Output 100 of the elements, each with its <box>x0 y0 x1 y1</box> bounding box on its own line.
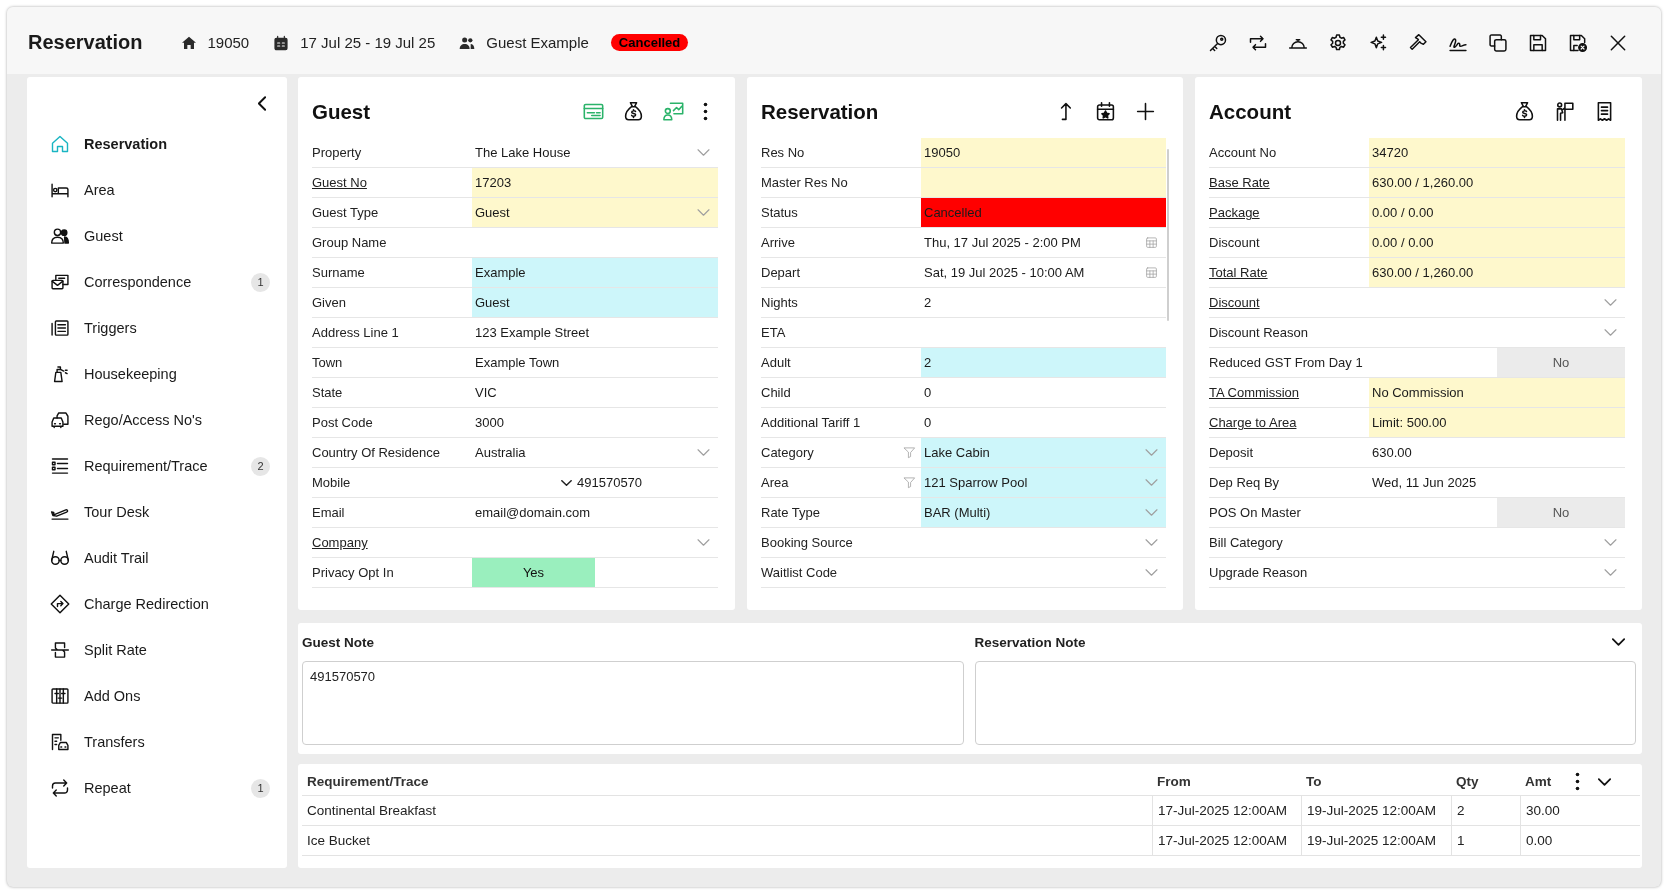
date-field[interactable]: Thu, 17 Jul 2025 - 2:00 PM <box>921 228 1166 257</box>
input-field[interactable]: 17203 <box>472 168 718 197</box>
repeat-icon <box>50 778 70 798</box>
label-link[interactable]: Base Rate <box>1209 175 1270 190</box>
chevron-left-icon[interactable] <box>258 96 266 111</box>
input-field[interactable] <box>921 168 1166 197</box>
input-field[interactable]: No Commission <box>1369 378 1625 407</box>
toggle-button[interactable]: Yes <box>472 558 595 587</box>
plus-icon[interactable] <box>1135 101 1156 122</box>
count-badge: 1 <box>251 778 270 798</box>
input-field[interactable]: 0 <box>921 378 1166 407</box>
dropdown-field[interactable]: 121 Sparrow Pool <box>921 468 1166 497</box>
input-field[interactable]: Wed, 11 Jun 2025 <box>1369 468 1625 497</box>
sidebar-link[interactable]: Requirement/Trace <box>84 458 208 474</box>
field-label: Discount Reason <box>1209 325 1308 340</box>
direction-sign-icon <box>50 594 70 614</box>
money-bag-icon[interactable] <box>1514 101 1535 122</box>
input-field[interactable]: 2 <box>921 288 1166 317</box>
note-field[interactable] <box>974 661 1636 745</box>
chevron-down-icon <box>1145 539 1158 546</box>
input-field[interactable]: 3000 <box>472 408 718 437</box>
field-label: Arrive <box>761 235 795 250</box>
input-field[interactable]: Example <box>472 258 718 287</box>
chevron-down-icon[interactable] <box>1598 777 1611 786</box>
note-field[interactable]: 491570570 <box>302 661 964 745</box>
input-field[interactable]: 630.00 / 1,260.00 <box>1369 258 1625 287</box>
save-icon[interactable] <box>1528 32 1548 53</box>
more-icon[interactable] <box>703 102 708 121</box>
field-label: Bill Category <box>1209 535 1283 550</box>
hammer-icon[interactable] <box>1408 32 1428 53</box>
label-link[interactable]: TA Commission <box>1209 385 1300 400</box>
input-field[interactable]: 34720 <box>1369 138 1625 167</box>
input-field[interactable]: 0 <box>921 408 1166 437</box>
input-field[interactable]: 19050 <box>921 138 1166 167</box>
panel-title: Guest <box>312 99 371 125</box>
dropdown-field[interactable]: Guest <box>472 198 718 227</box>
dropdown-field[interactable]: Lake Cabin <box>921 438 1166 467</box>
count-badge: 1 <box>251 272 270 292</box>
money-bag-icon[interactable] <box>623 101 644 122</box>
field-label: Mobile <box>312 475 351 490</box>
phone-field[interactable]: 491570570 <box>472 468 718 497</box>
field-label: Dep Req By <box>1209 475 1280 490</box>
person-sign-icon[interactable] <box>1554 101 1575 122</box>
sidebar-link[interactable]: Charge Redirection <box>84 596 209 612</box>
sidebar-link[interactable]: Tour Desk <box>84 504 150 520</box>
column-header: Amt <box>1525 774 1552 789</box>
input-field[interactable]: VIC <box>472 378 718 407</box>
table-cell: 19-Jul-2025 12:00AM <box>1301 796 1451 825</box>
sidebar-link[interactable]: Audit Trail <box>84 550 149 566</box>
sparkle-icon[interactable] <box>1368 32 1388 53</box>
scrollbar[interactable] <box>1167 149 1169 321</box>
input-field[interactable]: Cancelled <box>921 198 1166 227</box>
date-field[interactable]: Sat, 19 Jul 2025 - 10:00 AM <box>921 258 1166 287</box>
input-field[interactable]: Limit: 500.00 <box>1369 408 1625 437</box>
chevron-down-icon[interactable] <box>1612 638 1625 646</box>
input-field[interactable]: 630.00 / 1,260.00 <box>1369 168 1625 197</box>
more-icon[interactable] <box>1575 772 1580 791</box>
copy-icon[interactable] <box>1488 32 1508 53</box>
toggle-button[interactable]: No <box>1497 348 1625 377</box>
settings-icon[interactable] <box>1328 32 1348 53</box>
sidebar-link[interactable]: Rego/Access No's <box>84 412 202 428</box>
input-field[interactable]: 2 <box>921 348 1166 377</box>
field-label: Category <box>761 445 814 460</box>
sidebar-link[interactable]: Guest <box>84 228 123 244</box>
toggle-button[interactable]: No <box>1497 498 1625 527</box>
input-field[interactable]: email@domain.com <box>472 498 718 527</box>
sidebar-link[interactable]: Repeat <box>84 780 131 796</box>
label-link[interactable]: Total Rate <box>1209 265 1268 280</box>
page-title: Reservation <box>28 31 143 54</box>
label-link[interactable]: Charge to Area <box>1209 415 1297 430</box>
person-chart-icon[interactable] <box>663 101 684 122</box>
sidebar-link[interactable]: Add Ons <box>84 688 141 704</box>
label-link[interactable]: Guest No <box>312 175 367 190</box>
dropdown-field[interactable]: Australia <box>472 438 718 467</box>
sidebar-link[interactable]: Housekeeping <box>84 366 177 382</box>
field-label: ETA <box>761 325 786 340</box>
table-cell-text: Ice Bucket <box>306 832 372 850</box>
sidebar-link[interactable]: Correspondence <box>84 274 192 290</box>
id-card-icon[interactable] <box>583 101 604 122</box>
sidebar-link[interactable]: Transfers <box>84 734 145 750</box>
sidebar-link[interactable]: Split Rate <box>84 642 147 658</box>
sidebar-link[interactable]: Reservation <box>84 136 167 152</box>
field-label: Rate Type <box>761 505 821 520</box>
input-field[interactable]: 0.00 / 0.00 <box>1369 198 1625 227</box>
input-field[interactable]: 123 Example Street <box>472 318 718 347</box>
label-link[interactable]: Package <box>1209 205 1260 220</box>
dropdown-field[interactable]: BAR (Multi) <box>921 498 1166 527</box>
label-link[interactable]: Company <box>312 535 368 550</box>
input-field[interactable]: 0.00 / 0.00 <box>1369 228 1625 257</box>
field-label: Email <box>312 505 345 520</box>
label-link[interactable]: Discount <box>1209 295 1260 310</box>
floppy-x-icon[interactable] <box>1568 32 1588 53</box>
key-icon[interactable] <box>1208 32 1228 53</box>
sidebar-link[interactable]: Triggers <box>84 320 137 336</box>
input-field[interactable]: 630.00 <box>1369 438 1625 467</box>
dropdown-field[interactable]: The Lake House <box>472 138 718 167</box>
sidebar-link[interactable]: Area <box>84 182 115 198</box>
input-field[interactable]: Guest <box>472 288 718 317</box>
caret-icon[interactable] <box>561 479 572 486</box>
input-field[interactable]: Example Town <box>472 348 718 377</box>
